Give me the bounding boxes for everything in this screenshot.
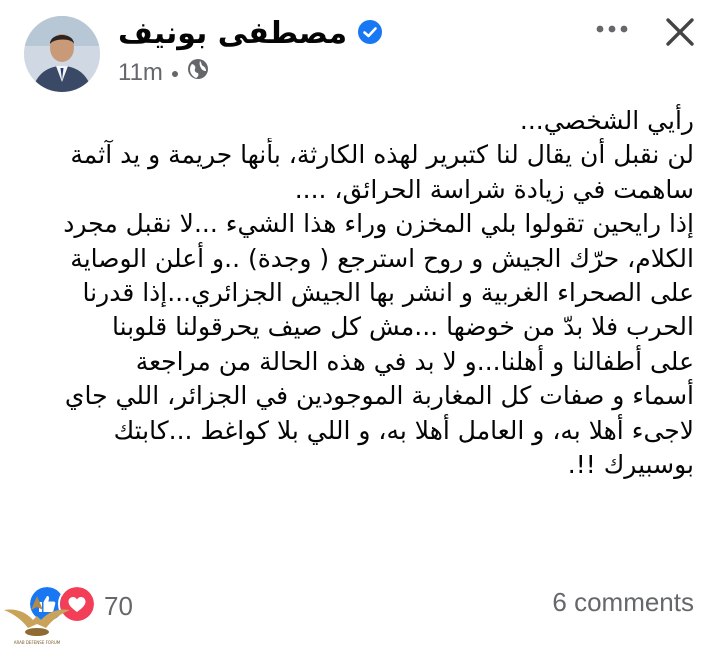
- reaction-count: 70: [104, 590, 133, 621]
- post-line: على الصحراء الغربية و انشر بها الجيش الج…: [82, 278, 694, 308]
- verified-badge-icon: [357, 19, 383, 49]
- post-footer: 70 6 comments: [0, 575, 720, 630]
- post-header: مصطفى بونيف 11m ●: [0, 0, 720, 100]
- post-line: الحرب فلا بدّ من خوضها ...مش كل صيف يحرق…: [111, 312, 694, 342]
- more-options-icon: [596, 25, 628, 33]
- post-text: رأيي الشخصي... لن نقبل أن يقال لنا كتبري…: [18, 104, 694, 482]
- post-line: الكلام، حرّك الجيش و روح استرجع ( وجدة) …: [70, 243, 694, 273]
- author-avatar[interactable]: [24, 16, 100, 92]
- post-meta: 11m ●: [118, 58, 209, 87]
- post-line: لاجىء أهلا به، و العامل أهلا به، و اللي …: [113, 415, 694, 445]
- close-icon: [666, 18, 694, 46]
- author-name[interactable]: مصطفى بونيف: [118, 14, 347, 54]
- more-options-button[interactable]: [592, 14, 632, 44]
- post-line: ساهمت في زيادة شراسة الحرائق، ....: [294, 174, 694, 204]
- globe-icon: [187, 58, 209, 87]
- comments-count-link[interactable]: 6 comments: [552, 587, 694, 618]
- watermark-text: ARAB DEFENSE FORUM: [13, 640, 61, 645]
- author-name-row: مصطفى بونيف: [118, 14, 383, 54]
- arab-defense-forum-watermark-logo: ARAB DEFENSE FORUM: [2, 590, 72, 656]
- post-line: بوسبيرك !!.: [567, 450, 694, 480]
- close-button[interactable]: [660, 12, 700, 52]
- post-line: أسماء و صفات كل المغاربة الموجودين في ال…: [64, 381, 694, 411]
- meta-separator: ●: [170, 64, 180, 81]
- post-line: لن نقبل أن يقال لنا كتبرير لهذه الكارثة،…: [70, 140, 694, 170]
- post-line: على أطفالنا و أهلنا...و لا بد في هذه الح…: [135, 346, 694, 376]
- post-timestamp[interactable]: 11m: [118, 59, 163, 87]
- post-line: رأيي الشخصي...: [519, 106, 694, 135]
- post-line: إذا رايحين تقولوا بلي المخزن وراء هذا ال…: [63, 209, 694, 239]
